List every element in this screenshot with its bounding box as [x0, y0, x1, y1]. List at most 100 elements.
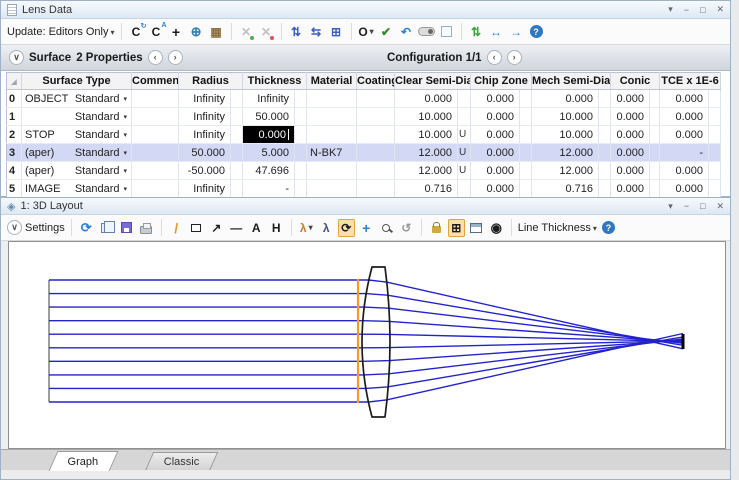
- menu-icon[interactable]: ▾: [668, 4, 673, 15]
- surface-type-cell[interactable]: IMAGEStandard▾: [22, 180, 132, 198]
- radius-cell[interactable]: Infinity: [179, 90, 231, 108]
- save-image-icon[interactable]: [118, 219, 135, 237]
- thickness-cell[interactable]: 50.000: [243, 108, 295, 126]
- next-config-button[interactable]: ›: [507, 50, 522, 65]
- clear-semi-dia-flag[interactable]: U: [458, 144, 471, 162]
- mech-semi-dia-cell[interactable]: 0.716: [532, 180, 599, 198]
- chip-zone-flag[interactable]: [520, 126, 532, 144]
- thickness-flag[interactable]: [295, 126, 307, 144]
- isometric-view-icon[interactable]: λ: [318, 219, 335, 237]
- comment-cell[interactable]: [132, 108, 179, 126]
- chip-zone-cell[interactable]: 0.000: [471, 144, 520, 162]
- delete-surface-icon[interactable]: ✕: [258, 23, 275, 41]
- minimize-icon[interactable]: −: [684, 201, 689, 211]
- clear-semi-dia-flag[interactable]: U: [458, 126, 471, 144]
- comment-cell[interactable]: [132, 162, 179, 180]
- draw-dash-icon[interactable]: —: [228, 219, 245, 237]
- tab-graph[interactable]: Graph: [49, 451, 118, 471]
- col-material[interactable]: Material: [307, 73, 357, 90]
- goto-surface-icon[interactable]: →: [508, 23, 525, 41]
- draw-arrow-icon[interactable]: ↗: [208, 219, 225, 237]
- tce-flag[interactable]: [709, 162, 721, 180]
- new-window-icon[interactable]: [468, 219, 485, 237]
- conic-flag[interactable]: [650, 126, 660, 144]
- chip-zone-cell[interactable]: 0.000: [471, 126, 520, 144]
- refresh-icon[interactable]: ⟳: [78, 219, 95, 237]
- insert-text-icon[interactable]: A: [248, 219, 265, 237]
- mech-semi-dia-cell[interactable]: 12.000: [532, 162, 599, 180]
- clear-semi-dia-cell[interactable]: 0.716: [395, 180, 458, 198]
- help-icon[interactable]: ?: [528, 23, 545, 41]
- material-cell[interactable]: N-BK7: [307, 144, 357, 162]
- help-icon[interactable]: ?: [600, 219, 617, 237]
- col-mech-semi-dia[interactable]: Mech Semi-Dia: [532, 73, 611, 90]
- table-row[interactable]: 1 Standard▾ Infinity 50.000 10.000 0.000…: [7, 108, 721, 126]
- comment-cell[interactable]: [132, 90, 179, 108]
- material-cell[interactable]: [307, 180, 357, 198]
- lens-data-titlebar[interactable]: Lens Data ▾ − □ ✕: [1, 1, 730, 19]
- ray-diagram-canvas[interactable]: [8, 241, 726, 449]
- col-surface-type[interactable]: Surface Type: [22, 73, 132, 90]
- comment-cell[interactable]: [132, 144, 179, 162]
- mech-semi-dia-flag[interactable]: [599, 180, 611, 198]
- close-icon[interactable]: ✕: [716, 201, 724, 212]
- tce-flag[interactable]: [709, 180, 721, 198]
- mech-semi-dia-cell[interactable]: 0.000: [532, 90, 599, 108]
- conic-cell[interactable]: 0.000: [611, 108, 650, 126]
- row-number[interactable]: 5: [7, 180, 22, 198]
- update-all-icon[interactable]: CA: [148, 23, 165, 41]
- radius-cell[interactable]: Infinity: [179, 126, 231, 144]
- reset-view-icon[interactable]: ↺: [398, 219, 415, 237]
- coating-cell[interactable]: [357, 90, 395, 108]
- clear-semi-dia-flag[interactable]: [458, 108, 471, 126]
- surface-type-cell[interactable]: Standard▾: [22, 108, 132, 126]
- radius-cell[interactable]: 50.000: [179, 144, 231, 162]
- table-row[interactable]: 5 IMAGEStandard▾ Infinity - 0.716 0.000 …: [7, 180, 721, 198]
- conic-flag[interactable]: [650, 144, 660, 162]
- tce-cell[interactable]: -: [660, 144, 709, 162]
- thickness-flag[interactable]: [295, 90, 307, 108]
- scale-lens-icon[interactable]: ⇆: [308, 23, 325, 41]
- col-chip-zone[interactable]: Chip Zone: [471, 73, 532, 90]
- mech-semi-dia-flag[interactable]: [599, 108, 611, 126]
- row-number[interactable]: 0: [7, 90, 22, 108]
- coating-cell[interactable]: [357, 180, 395, 198]
- conic-flag[interactable]: [650, 90, 660, 108]
- mech-semi-dia-flag[interactable]: [599, 90, 611, 108]
- mech-semi-dia-flag[interactable]: [599, 144, 611, 162]
- conic-cell[interactable]: 0.000: [611, 162, 650, 180]
- conic-cell[interactable]: 0.000: [611, 180, 650, 198]
- thickness-flag[interactable]: [295, 108, 307, 126]
- zoom-tool-icon[interactable]: [378, 219, 395, 237]
- tce-cell[interactable]: 0.000: [660, 90, 709, 108]
- mech-semi-dia-flag[interactable]: [599, 162, 611, 180]
- material-cell[interactable]: [307, 108, 357, 126]
- mech-semi-dia-cell[interactable]: 12.000: [532, 144, 599, 162]
- chip-zone-flag[interactable]: [520, 144, 532, 162]
- table-row[interactable]: 2 STOPStandard▾ Infinity 0.000 10.000U 0…: [7, 126, 721, 144]
- clear-semi-dia-cell[interactable]: 0.000: [395, 90, 458, 108]
- coating-cell[interactable]: [357, 162, 395, 180]
- update-icon[interactable]: C↻: [128, 23, 145, 41]
- tce-cell[interactable]: 0.000: [660, 180, 709, 198]
- maximize-icon[interactable]: □: [700, 201, 705, 211]
- quad-view-icon[interactable]: ⊞: [448, 219, 465, 237]
- draw-rectangle-icon[interactable]: [188, 219, 205, 237]
- layout-titlebar[interactable]: ◈ 1: 3D Layout ▾ − □ ✕: [1, 198, 730, 215]
- mech-semi-dia-cell[interactable]: 10.000: [532, 126, 599, 144]
- tce-cell[interactable]: 0.000: [660, 108, 709, 126]
- expand-properties-button[interactable]: ∨: [9, 50, 24, 65]
- row-number[interactable]: 4: [7, 162, 22, 180]
- thickness-flag[interactable]: [295, 180, 307, 198]
- chip-zone-flag[interactable]: [520, 90, 532, 108]
- update-mode-dropdown[interactable]: Update: Editors Only▾: [7, 26, 115, 38]
- record-icon[interactable]: ◉: [488, 219, 505, 237]
- sort-surfaces-icon[interactable]: ⇅: [468, 23, 485, 41]
- prev-surface-button[interactable]: ‹: [148, 50, 163, 65]
- material-cell[interactable]: [307, 126, 357, 144]
- settings-expand-button[interactable]: ∨: [7, 220, 22, 235]
- table-row-selected[interactable]: 3 (aper)Standard▾ 50.000 5.000 N-BK7 12.…: [7, 144, 721, 162]
- conic-flag[interactable]: [650, 180, 660, 198]
- dimension-icon[interactable]: H: [268, 219, 285, 237]
- tce-flag[interactable]: [709, 90, 721, 108]
